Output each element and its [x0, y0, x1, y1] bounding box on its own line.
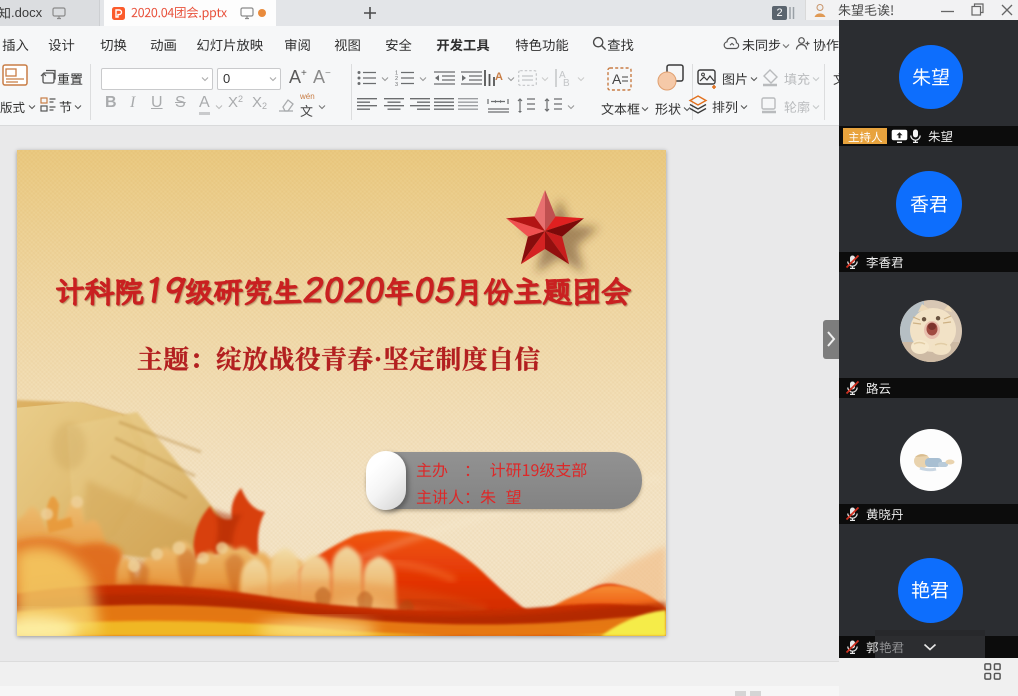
- svg-text:3: 3: [395, 82, 398, 86]
- svg-text:A: A: [495, 71, 503, 83]
- svg-text:A: A: [612, 71, 622, 87]
- svg-text:B: B: [563, 78, 570, 88]
